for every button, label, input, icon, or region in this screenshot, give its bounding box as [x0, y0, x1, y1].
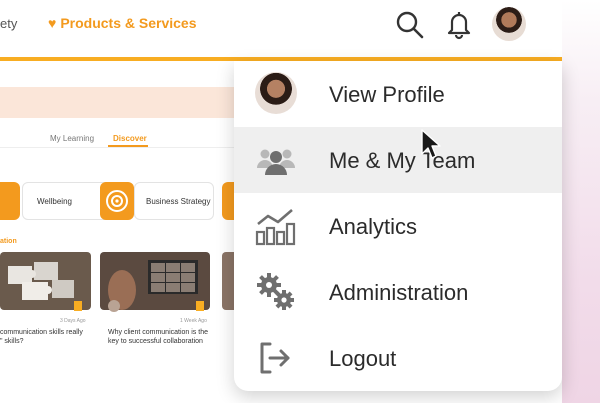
bookmark-icon[interactable] [196, 301, 204, 311]
menu-label: Analytics [329, 214, 418, 239]
menu-item-me-my-team[interactable]: Me & My Team [234, 127, 562, 193]
heart-icon: ♥ [48, 15, 57, 31]
menu-label: Administration [329, 280, 469, 305]
nav-item-cut[interactable]: ety [0, 16, 17, 31]
search-icon[interactable] [393, 8, 425, 40]
tab-my-learning[interactable]: My Learning [50, 134, 94, 143]
menu-item-analytics[interactable]: Analytics [234, 193, 562, 259]
card-title-line[interactable]: Why client communication is the [108, 328, 208, 337]
menu-item-view-profile[interactable]: View Profile [234, 61, 562, 127]
menu-label: Logout [329, 346, 397, 371]
category-icon-partial [0, 182, 20, 220]
tab-active-underline [108, 145, 148, 147]
logout-icon [260, 342, 290, 374]
category-label: Business Strategy [146, 197, 211, 206]
menu-item-administration[interactable]: Administration [234, 259, 562, 325]
profile-dropdown-menu: View Profile Me & My Team Analytics Admi… [234, 61, 562, 391]
bookmark-icon[interactable] [74, 301, 82, 311]
team-icon [257, 149, 295, 175]
top-header: ety ♥ Products & Services [0, 0, 562, 58]
bell-icon[interactable] [443, 8, 475, 40]
section-heading-fragment: ation [0, 238, 17, 245]
menu-label: View Profile [329, 82, 445, 107]
card-title-line[interactable]: " skills? [0, 337, 24, 346]
analytics-icon [255, 209, 296, 246]
target-icon [100, 182, 134, 220]
category-label: Wellbeing [37, 197, 72, 206]
card-date: 1 Week Ago [180, 318, 207, 324]
menu-label: Me & My Team [329, 148, 476, 173]
card-title-line[interactable]: key to successful collaboration [108, 337, 203, 346]
user-avatar-button[interactable] [492, 7, 526, 41]
tab-discover[interactable]: Discover [113, 134, 147, 143]
nav-products-label: Products & Services [60, 15, 197, 31]
mouse-cursor-icon [421, 129, 441, 159]
author-avatar [108, 300, 120, 312]
menu-item-logout[interactable]: Logout [234, 325, 562, 391]
nav-products-services[interactable]: ♥ Products & Services [48, 15, 196, 31]
gears-icon [257, 273, 294, 310]
card-title-line[interactable]: communication skills really [0, 328, 83, 337]
avatar [254, 71, 298, 115]
card-date: 3 Days Ago [60, 318, 86, 324]
